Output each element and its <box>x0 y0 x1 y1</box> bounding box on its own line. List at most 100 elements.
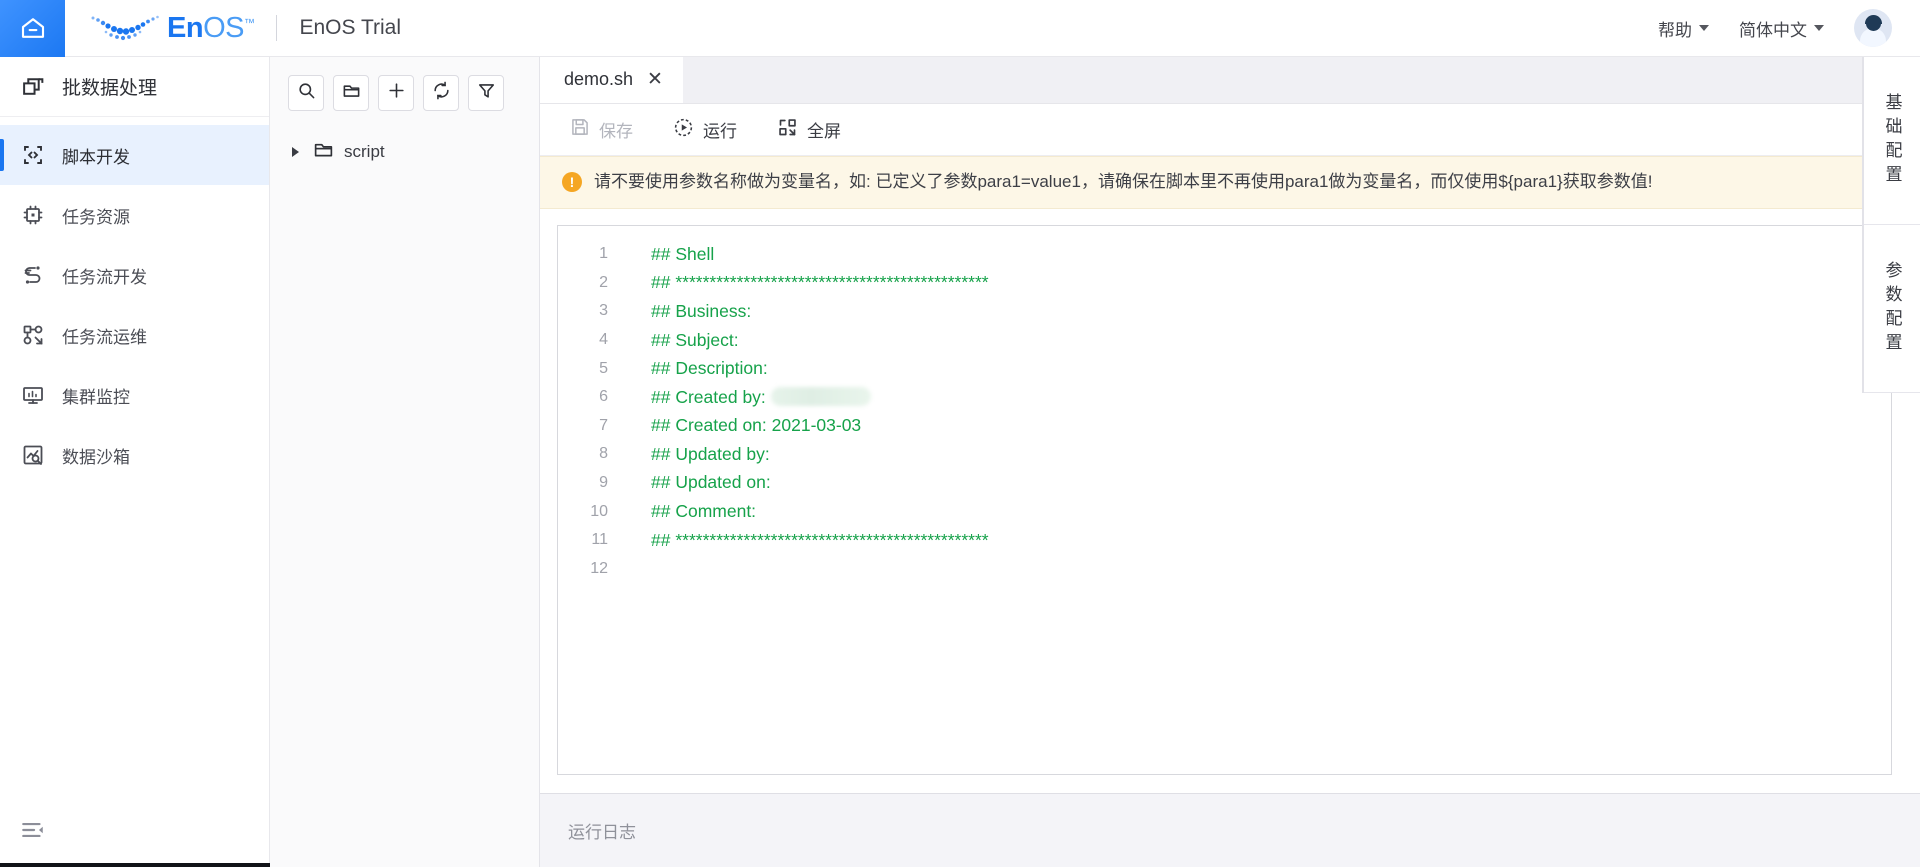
run-log-placeholder: 运行日志 <box>568 823 636 842</box>
line-number: 6 <box>599 388 608 406</box>
warning-text: 请不要使用参数名称做为变量名，如: 已定义了参数para1=value1，请确保… <box>594 172 1653 191</box>
parameter-warning-banner: ! 请不要使用参数名称做为变量名，如: 已定义了参数para1=value1，请… <box>540 156 1920 209</box>
brand-en: En <box>167 11 204 44</box>
sidebar-item-label: 任务资源 <box>62 207 130 227</box>
home-icon <box>18 13 48 43</box>
code-editor[interactable]: 1 ## Shell 2 ## ************************… <box>557 224 1892 775</box>
fullscreen-label: 全屏 <box>807 122 841 141</box>
code-line: 11 ## **********************************… <box>558 526 1891 555</box>
line-text: ## *************************************… <box>651 272 989 293</box>
sidebar-item-label: 任务流开发 <box>62 267 147 287</box>
chevron-right-icon[interactable] <box>292 147 299 157</box>
sidebar-item-task-resource[interactable]: 任务资源 <box>0 185 269 245</box>
search-icon <box>297 81 316 105</box>
redacted-author-name <box>770 386 871 406</box>
rail-tab-label: 基础配置 <box>1882 92 1902 189</box>
code-line: 1 ## Shell <box>558 240 1891 269</box>
brand-os: OS <box>203 11 244 44</box>
avatar-hair <box>1864 15 1882 24</box>
tree-node-label: script <box>344 142 385 161</box>
fullscreen-button[interactable]: 全屏 <box>777 117 841 143</box>
line-number: 8 <box>599 445 608 463</box>
top-header-bar: EnOS™ EnOS Trial 帮助 简体中文 <box>0 0 1920 57</box>
tab-demo-sh[interactable]: demo.sh ✕ <box>540 56 683 103</box>
code-line: 4 ## Subject: <box>558 326 1891 355</box>
workflow-ops-icon <box>20 322 46 348</box>
save-label: 保存 <box>599 122 633 141</box>
rail-tab-basic-config[interactable]: 基础配置 <box>1864 57 1920 225</box>
search-button[interactable] <box>288 75 324 111</box>
sidebar-nav-list: 脚本开发 任务资源 任务流开发 任务流运维 集群监控 数据沙箱 <box>0 117 269 485</box>
sidebar-item-cluster-monitor[interactable]: 集群监控 <box>0 365 269 425</box>
file-tree-toolbar <box>270 57 539 111</box>
run-label: 运行 <box>703 122 737 141</box>
save-button[interactable]: 保存 <box>570 117 633 142</box>
data-sandbox-icon <box>20 442 46 468</box>
sidebar-item-script-dev[interactable]: 脚本开发 <box>0 125 269 185</box>
avatar[interactable] <box>1854 9 1892 47</box>
line-text: ## Shell <box>651 243 715 264</box>
close-icon[interactable]: ✕ <box>647 70 663 89</box>
cluster-monitor-icon <box>20 382 46 408</box>
filter-button[interactable] <box>468 75 504 111</box>
line-number: 5 <box>599 359 608 377</box>
chevron-down-icon <box>1699 25 1709 31</box>
rail-tab-label: 参数配置 <box>1882 260 1902 357</box>
tree-node-script[interactable]: script <box>270 135 539 169</box>
new-folder-button[interactable] <box>333 75 369 111</box>
code-line: 6 ## Created by: <box>558 383 1891 412</box>
batch-data-icon <box>20 74 46 100</box>
run-button[interactable]: 运行 <box>673 117 737 143</box>
plus-icon <box>387 81 406 105</box>
brand-divider <box>276 15 278 41</box>
file-tree-panel: script <box>270 57 540 867</box>
line-text: ## Business: <box>651 300 752 321</box>
code-editor-wrap: 1 ## Shell 2 ## ************************… <box>540 209 1920 793</box>
line-text: ## Created on: 2021-03-03 <box>651 415 862 436</box>
code-line: 7 ## Created on: 2021-03-03 <box>558 412 1891 441</box>
save-icon <box>570 117 590 142</box>
sidebar-item-workflow-dev[interactable]: 任务流开发 <box>0 245 269 305</box>
line-number: 7 <box>599 416 608 434</box>
filter-icon <box>477 81 496 105</box>
workflow-dev-icon <box>20 262 46 288</box>
refresh-icon <box>432 81 451 105</box>
help-menu[interactable]: 帮助 <box>1658 16 1709 41</box>
folder-icon <box>313 139 334 165</box>
line-text: ## Subject: <box>651 329 739 350</box>
sidebar-item-label: 数据沙箱 <box>62 447 130 467</box>
warning-icon: ! <box>562 172 582 193</box>
code-brackets-icon <box>20 142 46 168</box>
line-number: 3 <box>599 302 608 320</box>
collapse-sidebar-icon[interactable] <box>20 817 46 843</box>
line-number: 12 <box>590 559 608 577</box>
add-button[interactable] <box>378 75 414 111</box>
sidebar-item-workflow-ops[interactable]: 任务流运维 <box>0 305 269 365</box>
home-button[interactable] <box>0 0 65 57</box>
code-line: 10 ## Comment: <box>558 497 1891 526</box>
line-number: 4 <box>599 331 608 349</box>
product-title: EnOS Trial <box>299 16 402 39</box>
sidebar-footer <box>0 793 269 867</box>
run-icon <box>673 117 694 143</box>
right-config-rail: 基础配置 参数配置 <box>1863 57 1920 393</box>
sidebar-module-header: 批数据处理 <box>0 57 269 117</box>
brand-logo[interactable]: EnOS™ EnOS Trial <box>89 11 401 45</box>
rail-tab-parameter-config[interactable]: 参数配置 <box>1864 225 1920 393</box>
line-text: ## Updated on: <box>651 472 771 493</box>
refresh-button[interactable] <box>423 75 459 111</box>
run-log-panel[interactable]: 运行日志 <box>540 793 1920 867</box>
language-menu[interactable]: 简体中文 <box>1739 16 1824 41</box>
file-tree-body: script <box>270 111 539 169</box>
line-number: 11 <box>591 531 608 549</box>
chevron-down-icon <box>1814 25 1824 31</box>
code-line: 3 ## Business: <box>558 297 1891 326</box>
sidebar-module-title: 批数据处理 <box>62 78 158 99</box>
line-text-value: ## Created by: <box>651 386 771 407</box>
code-line: 5 ## Description: <box>558 354 1891 383</box>
brand-tm: ™ <box>243 16 255 29</box>
line-number: 1 <box>599 245 608 263</box>
editor-tabstrip: demo.sh ✕ <box>540 56 1920 104</box>
sidebar-item-data-sandbox[interactable]: 数据沙箱 <box>0 425 269 485</box>
new-folder-icon <box>342 81 361 105</box>
